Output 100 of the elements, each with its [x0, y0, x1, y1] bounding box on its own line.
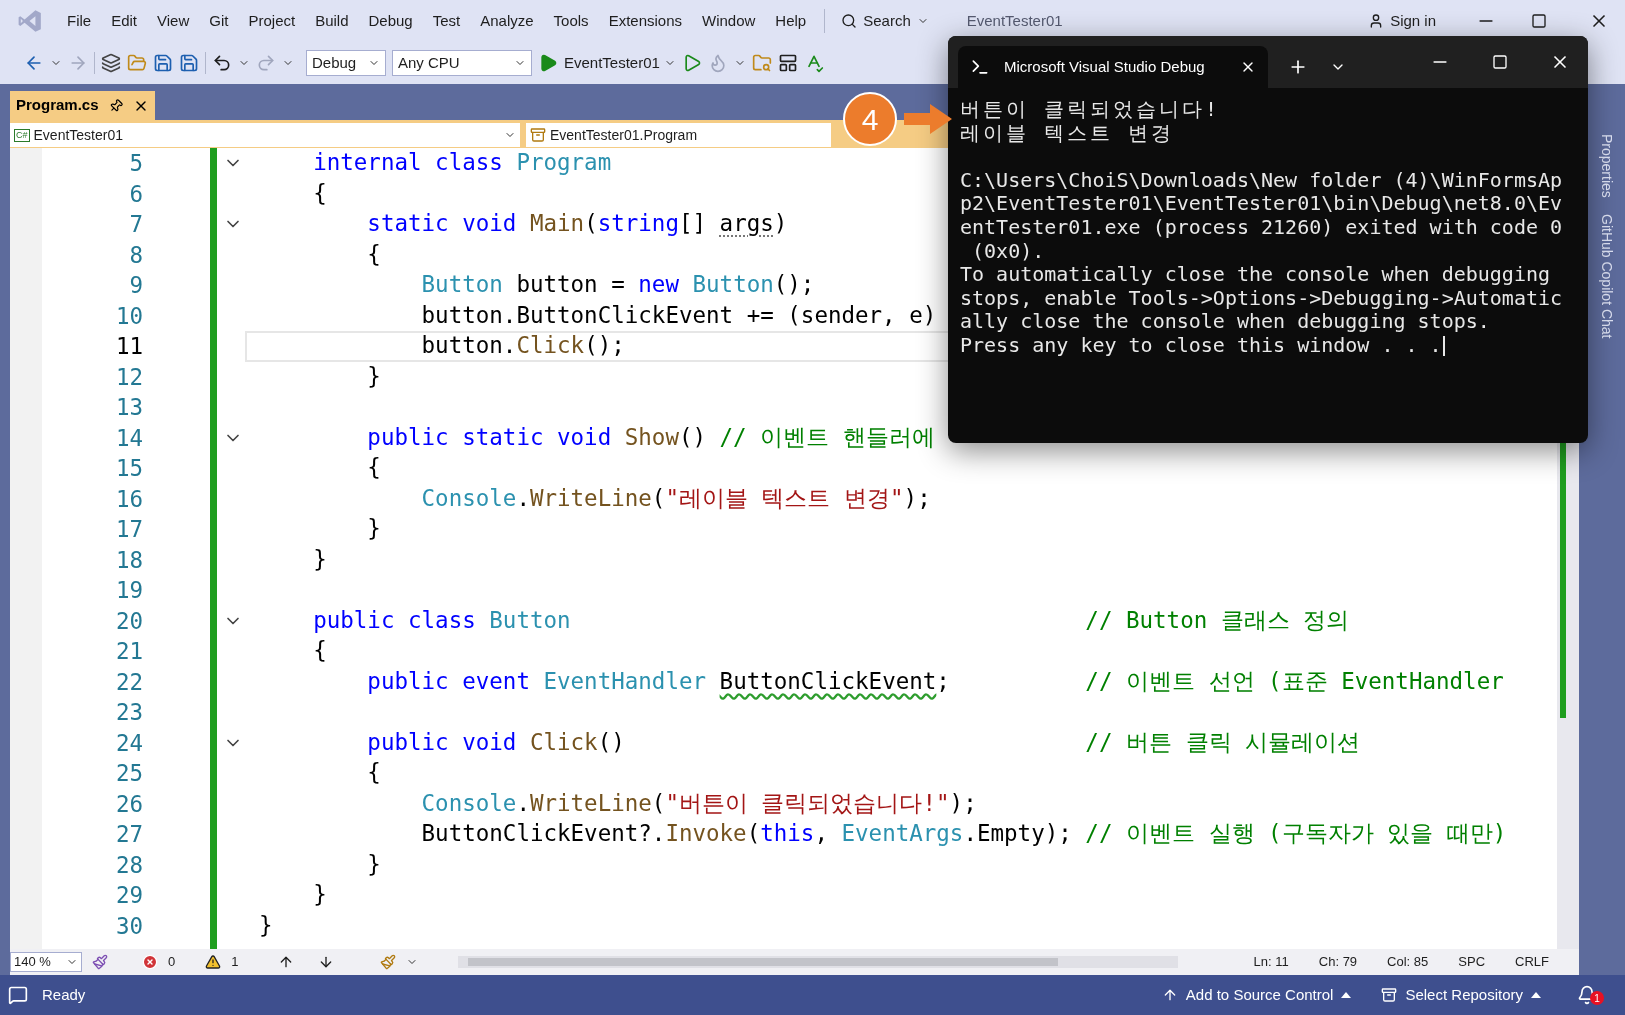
menu-item[interactable]: File — [57, 5, 102, 37]
code-line: } — [366, 361, 381, 391]
code-line: { — [312, 178, 327, 208]
warning-icon[interactable] — [205, 954, 222, 970]
logo-icon — [17, 8, 43, 34]
line-number: 28 — [114, 850, 143, 880]
menu-item[interactable]: Window — [692, 5, 766, 37]
error-count: 0 — [168, 953, 176, 972]
code-line: } — [312, 544, 327, 574]
line-number: 9 — [128, 271, 143, 300]
line-number: 10 — [114, 301, 143, 331]
menu-item[interactable]: Project — [238, 5, 306, 37]
output-icon[interactable] — [8, 985, 28, 1005]
menu-item[interactable]: Help — [765, 5, 817, 37]
undo-icon[interactable] — [212, 53, 232, 73]
arrow-icon — [904, 104, 952, 134]
menu-item[interactable]: Analyze — [470, 5, 544, 37]
line-number: 23 — [114, 698, 143, 727]
console-line: entTester01.exe (process 21260) exited with code 0 — [960, 215, 1563, 240]
code-line: ButtonClickEvent?.Invoke(this, EventArgs.Empty); // 이벤트 실행 (구독자가 있을 때만) — [420, 819, 1507, 849]
console-line: To automatically close the console when debugging — [960, 263, 1550, 287]
console-line: stops, enable Tools->Options->Debugging->Automatic — [960, 286, 1563, 311]
menu-item[interactable]: Build — [305, 5, 359, 37]
line-number: 19 — [114, 576, 143, 605]
line-number: 16 — [114, 484, 143, 514]
menu-item[interactable]: Edit — [101, 5, 148, 37]
window-icon[interactable] — [777, 53, 798, 73]
code-line: } — [259, 910, 273, 940]
line-position: Ln: 11 — [1253, 953, 1289, 972]
line-number: 26 — [114, 789, 143, 819]
maximize-icon[interactable] — [1531, 13, 1547, 29]
line-number: 13 — [114, 393, 143, 422]
error-icon[interactable] — [142, 954, 158, 970]
code-line: public static void Show() // 이벤트 핸들러에 — [366, 422, 935, 452]
line-number: 22 — [114, 667, 143, 697]
notification-badge: 1 — [1590, 991, 1604, 1005]
code-line: { — [366, 453, 381, 483]
source-control-button[interactable]: Add to Source Control — [1161, 983, 1352, 1007]
char-position: Ch: 79 — [1318, 953, 1358, 972]
code-line: internal class Program — [312, 148, 612, 178]
console-line: p2\EventTester01\EventTester01\bin\Debug\net8.0\Ev — [960, 192, 1563, 216]
line-number: 5 — [128, 149, 143, 178]
menu-item[interactable]: Test — [422, 5, 471, 37]
play-icon[interactable] — [538, 53, 558, 73]
menu-item[interactable]: Extensions — [598, 5, 692, 37]
search-button[interactable]: Search — [833, 6, 937, 36]
line-number: 11 — [114, 332, 143, 361]
code-line: { — [312, 636, 327, 666]
line-number: 18 — [114, 545, 143, 575]
platform-dropdown[interactable]: Any CPU — [392, 50, 532, 76]
code-line: Console.WriteLine("레이블 텍스트 변경"); — [420, 483, 931, 513]
menu-item[interactable]: View — [147, 5, 200, 37]
member-dropdown[interactable]: EventTester01.Program — [526, 123, 831, 147]
document-tab[interactable]: Program.cs — [10, 91, 155, 120]
line-number: 25 — [114, 759, 143, 788]
status-text: Ready — [42, 984, 86, 1005]
line-number: 24 — [114, 728, 143, 758]
code-line: { — [366, 758, 381, 788]
line-number: 29 — [114, 881, 143, 910]
save-all-icon[interactable] — [179, 53, 199, 73]
line-number: 14 — [114, 423, 143, 453]
configuration-dropdown[interactable]: Debug — [306, 50, 386, 76]
code-line: } — [312, 880, 327, 910]
console-line: 레이블 텍스트 변경 — [960, 121, 1175, 146]
start-button[interactable]: EventTester01 — [564, 51, 676, 75]
code-line: Button button = new Button(); — [420, 270, 815, 300]
menu-item[interactable]: Git — [199, 5, 239, 37]
console-line: 버튼이 클릭되었습니다! — [960, 98, 1221, 122]
console-tab[interactable]: Microsoft Visual Studio Debug — [958, 46, 1268, 88]
line-number: 15 — [114, 454, 143, 483]
console-line: Press any key to close this window . . . — [960, 333, 1442, 358]
window-title: EventTester01 — [966, 10, 1063, 31]
code-line: static void Main(string[] args) — [366, 209, 788, 239]
menu-item[interactable]: Debug — [358, 5, 423, 37]
brush-icon[interactable] — [380, 954, 397, 970]
code-line: { — [366, 239, 381, 269]
repository-icon — [1381, 987, 1398, 1003]
code-line: public void Click() // 버튼 클릭 시뮬레이션 — [366, 727, 1361, 757]
line-number: 30 — [114, 911, 143, 941]
whitespace-mode[interactable]: SPC — [1458, 952, 1486, 972]
warning-count: 1 — [231, 953, 239, 972]
zoom-dropdown[interactable]: 140 % — [10, 952, 82, 972]
line-number: 7 — [128, 210, 143, 239]
line-number: 21 — [114, 637, 143, 666]
sign-in-button[interactable]: Sign in — [1368, 9, 1436, 33]
side-tab[interactable]: Properties — [1595, 134, 1617, 198]
code-line: button.ButtonClickEvent += (sender, e) — [420, 300, 937, 330]
line-ending[interactable]: CRLF — [1515, 952, 1549, 972]
repository-button[interactable]: Select Repository — [1381, 983, 1541, 1007]
code-line: public class Button // Button 클래스 정의 — [312, 605, 1350, 635]
side-tab[interactable]: GitHub Copilot Chat — [1595, 213, 1617, 339]
line-number: 17 — [114, 515, 143, 544]
save-icon[interactable] — [153, 53, 173, 73]
console-line: (0x0). — [971, 239, 1045, 264]
horizontal-scrollbar[interactable] — [458, 956, 1179, 968]
console-icon — [970, 57, 990, 77]
line-number: 12 — [114, 362, 143, 392]
line-number: 27 — [114, 820, 143, 849]
menu-item[interactable]: Tools — [543, 5, 599, 37]
project-dropdown[interactable]: C# EventTester01 — [10, 123, 520, 147]
